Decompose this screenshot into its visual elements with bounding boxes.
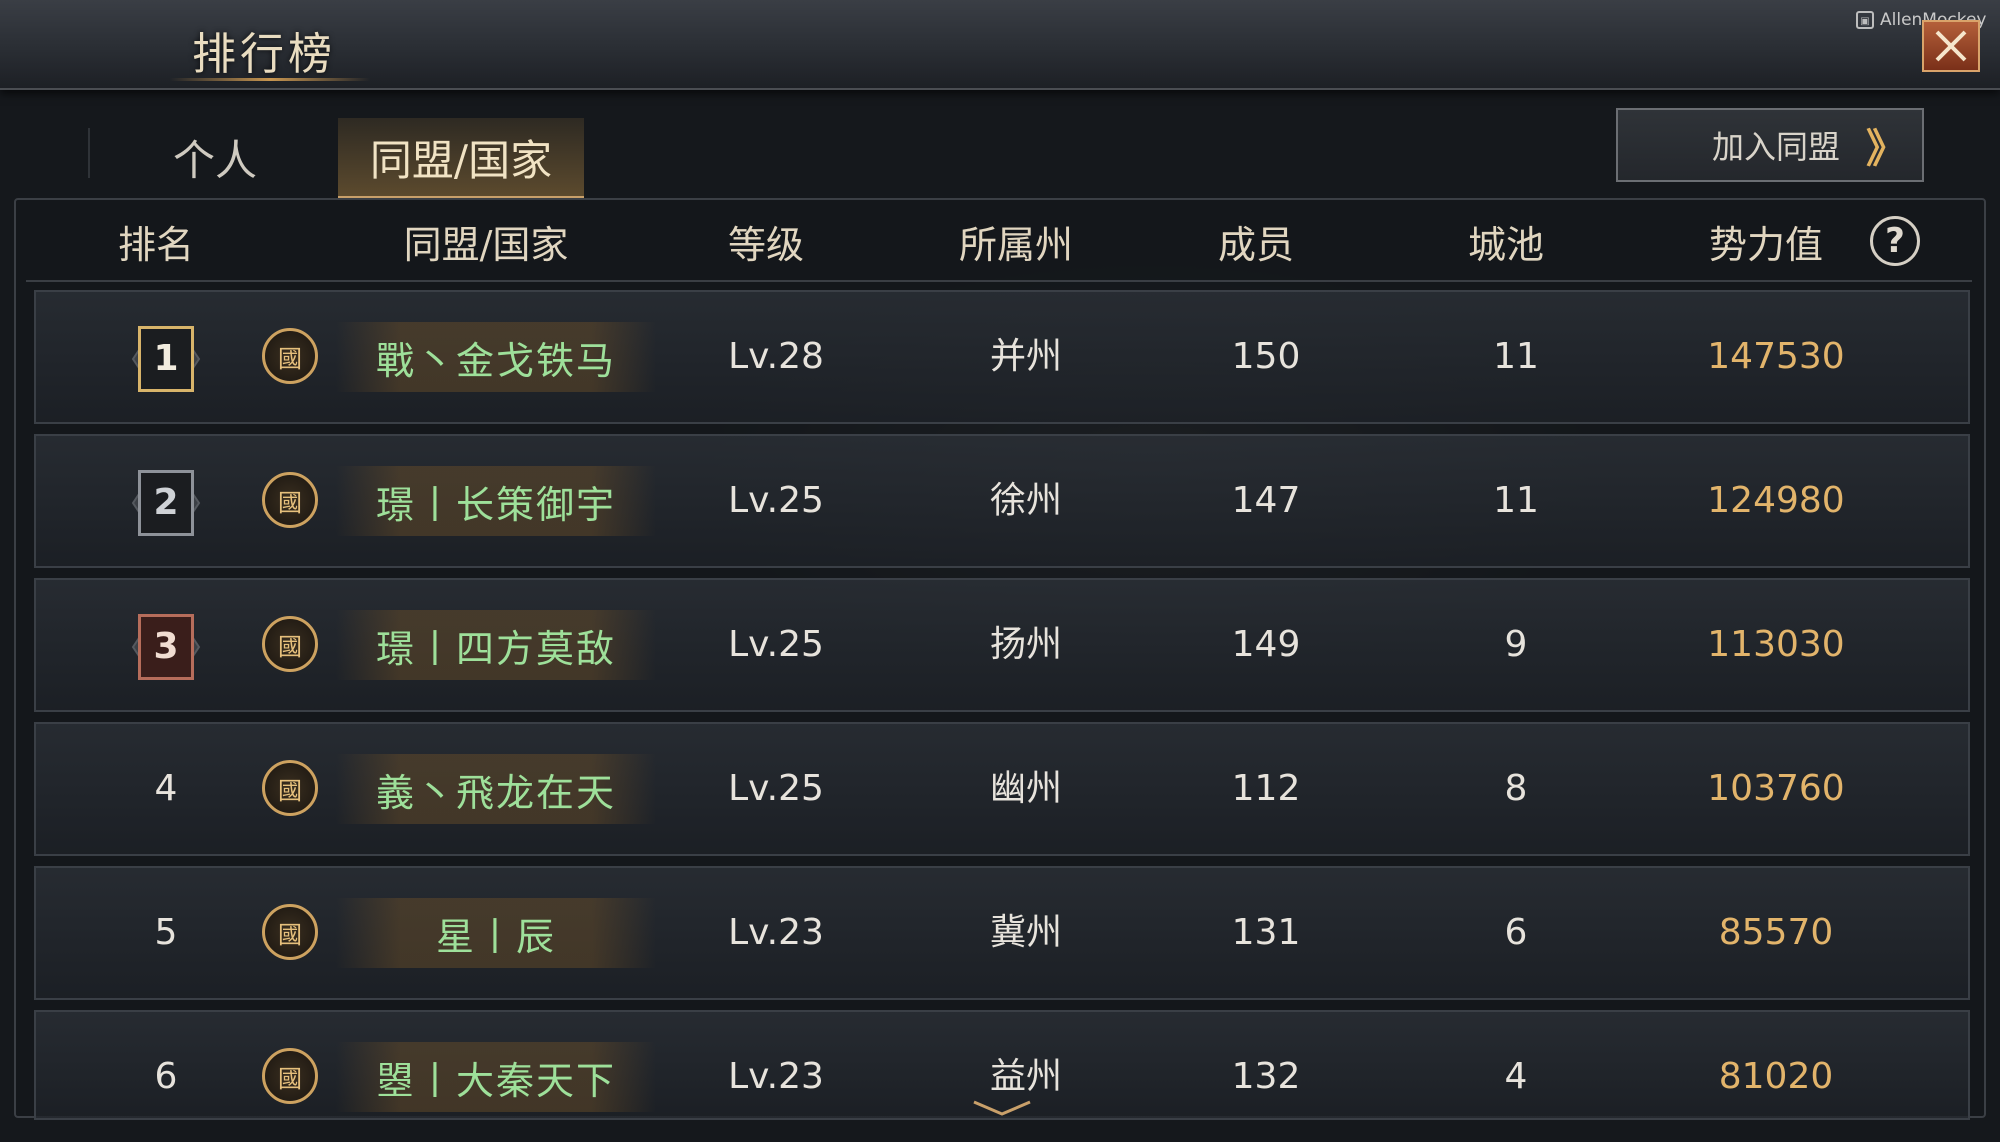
alliance-members: 150 bbox=[1231, 336, 1301, 377]
tab-alliance-nation[interactable]: 同盟/国家 bbox=[338, 118, 584, 200]
title-underline bbox=[170, 78, 370, 81]
alliance-members: 147 bbox=[1231, 480, 1301, 521]
alliance-state: 冀州 bbox=[989, 912, 1062, 953]
table-header: 排名 同盟/国家 等级 所属州 成员 城池 势力值 bbox=[26, 210, 1972, 282]
scroll-down-icon[interactable] bbox=[970, 1098, 1034, 1118]
rank-number: 4 bbox=[154, 768, 178, 809]
alliance-name[interactable]: 曌丨大秦天下 bbox=[336, 1042, 656, 1112]
watermark-icon: ▣ bbox=[1856, 11, 1874, 29]
rank-number: 1 bbox=[138, 326, 194, 392]
alliance-state: 徐州 bbox=[989, 480, 1062, 521]
table-row[interactable]: 5 國 星丨辰 Lv.23 冀州 131 6 85570 bbox=[34, 866, 1970, 1000]
alliance-state: 幽州 bbox=[989, 768, 1062, 809]
alliance-members: 112 bbox=[1231, 768, 1301, 809]
rank-number: 6 bbox=[154, 1056, 178, 1097]
alliance-cities: 11 bbox=[1493, 336, 1539, 377]
alliance-members: 132 bbox=[1231, 1056, 1301, 1097]
alliance-name[interactable]: 璟丨长策御宇 bbox=[336, 466, 656, 536]
alliance-power: 113030 bbox=[1707, 624, 1845, 665]
help-icon[interactable]: ? bbox=[1870, 216, 1920, 266]
alliance-power: 85570 bbox=[1718, 912, 1834, 953]
rank-badge-bronze: 3 bbox=[111, 610, 221, 684]
header-rank: 排名 bbox=[117, 223, 194, 267]
header-cities: 城池 bbox=[1467, 223, 1544, 267]
rank-badge-gold: 1 bbox=[111, 322, 221, 396]
alliance-level: Lv.25 bbox=[728, 624, 824, 665]
alliance-name[interactable]: 戰丶金戈铁马 bbox=[336, 322, 656, 392]
rank-number: 2 bbox=[138, 470, 194, 536]
alliance-emblem-icon: 國 bbox=[262, 1048, 318, 1104]
alliance-members: 149 bbox=[1231, 624, 1301, 665]
alliance-members: 131 bbox=[1231, 912, 1301, 953]
alliance-name[interactable]: 璟丨四方莫敌 bbox=[336, 610, 656, 680]
alliance-cities: 11 bbox=[1493, 480, 1539, 521]
header-state: 所属州 bbox=[958, 223, 1073, 267]
table-row[interactable]: 1 國 戰丶金戈铁马 Lv.28 并州 150 11 147530 bbox=[34, 290, 1970, 424]
page-title: 排行榜 bbox=[192, 29, 336, 80]
alliance-power: 81020 bbox=[1718, 1056, 1834, 1097]
alliance-name[interactable]: 義丶飛龙在天 bbox=[336, 754, 656, 824]
title-bar: 排行榜 ▣ AllenMockey bbox=[0, 0, 2000, 90]
alliance-cities: 9 bbox=[1504, 624, 1528, 665]
alliance-level: Lv.25 bbox=[728, 480, 824, 521]
double-chevron-icon: 》 bbox=[1866, 126, 1906, 172]
alliance-cities: 8 bbox=[1504, 768, 1528, 809]
alliance-cities: 6 bbox=[1504, 912, 1528, 953]
alliance-power: 147530 bbox=[1707, 336, 1845, 377]
tab-separator bbox=[88, 128, 90, 178]
alliance-level: Lv.28 bbox=[728, 336, 824, 377]
alliance-state: 益州 bbox=[989, 1056, 1062, 1097]
header-power: 势力值 bbox=[1708, 223, 1823, 267]
alliance-emblem-icon: 國 bbox=[262, 760, 318, 816]
close-button[interactable] bbox=[1922, 20, 1980, 72]
header-members: 成员 bbox=[1217, 223, 1294, 267]
header-alliance: 同盟/国家 bbox=[403, 223, 569, 267]
rank-number: 3 bbox=[138, 614, 194, 680]
alliance-name[interactable]: 星丨辰 bbox=[336, 898, 656, 968]
alliance-level: Lv.23 bbox=[728, 912, 824, 953]
alliance-state: 并州 bbox=[989, 336, 1062, 377]
alliance-level: Lv.23 bbox=[728, 1056, 824, 1097]
rank-number: 5 bbox=[154, 912, 178, 953]
tab-personal[interactable]: 个人 bbox=[100, 118, 330, 196]
join-alliance-button[interactable]: 加入同盟 》 bbox=[1616, 108, 1924, 182]
alliance-state: 扬州 bbox=[989, 624, 1062, 665]
close-icon bbox=[1935, 30, 1967, 62]
alliance-emblem-icon: 國 bbox=[262, 472, 318, 528]
alliance-emblem-icon: 國 bbox=[262, 904, 318, 960]
alliance-emblem-icon: 國 bbox=[262, 328, 318, 384]
table-row[interactable]: 4 國 義丶飛龙在天 Lv.25 幽州 112 8 103760 bbox=[34, 722, 1970, 856]
table-row[interactable]: 2 國 璟丨长策御宇 Lv.25 徐州 147 11 124980 bbox=[34, 434, 1970, 568]
alliance-cities: 4 bbox=[1504, 1056, 1528, 1097]
alliance-power: 124980 bbox=[1707, 480, 1845, 521]
alliance-level: Lv.25 bbox=[728, 768, 824, 809]
header-level: 等级 bbox=[727, 223, 804, 267]
alliance-power: 103760 bbox=[1707, 768, 1845, 809]
alliance-emblem-icon: 國 bbox=[262, 616, 318, 672]
table-row[interactable]: 3 國 璟丨四方莫敌 Lv.25 扬州 149 9 113030 bbox=[34, 578, 1970, 712]
rank-badge-silver: 2 bbox=[111, 466, 221, 540]
join-alliance-label: 加入同盟 bbox=[1711, 128, 1840, 166]
